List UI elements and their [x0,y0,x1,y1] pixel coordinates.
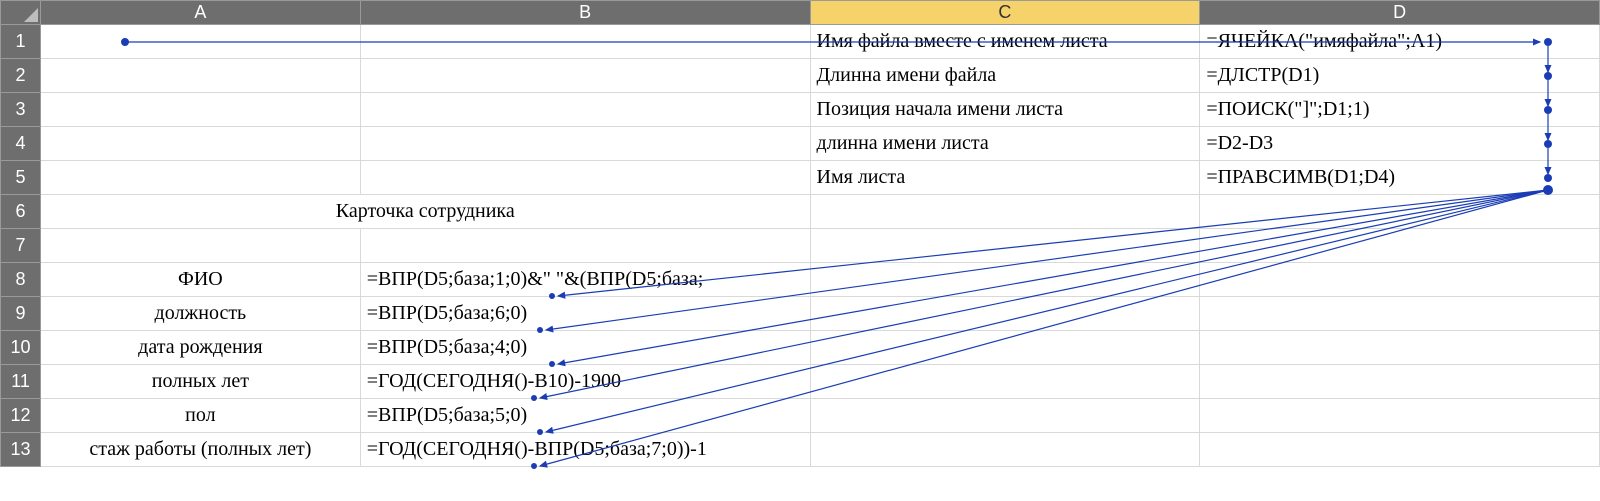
row-header-12[interactable]: 12 [1,399,41,433]
cell-D12[interactable] [1200,399,1600,433]
cell-D5[interactable]: =ПРАВСИМВ(D1;D4) [1200,161,1600,195]
col-header-D[interactable]: D [1200,1,1600,25]
cell-B3[interactable] [360,93,810,127]
cell-B11[interactable]: =ГОД(СЕГОДНЯ()-В10)-1900 [360,365,810,399]
cell-D1[interactable]: =ЯЧЕЙКА("имяфайла";A1) [1200,25,1600,59]
row-header-5[interactable]: 5 [1,161,41,195]
cell-C12[interactable] [810,399,1200,433]
cell-C4[interactable]: длинна имени листа [810,127,1200,161]
cell-B13[interactable]: =ГОД(СЕГОДНЯ()-ВПР(D5;база;7;0))-1 [360,433,810,467]
row-header-4[interactable]: 4 [1,127,41,161]
cell-A12[interactable]: пол [40,399,360,433]
cell-A10[interactable]: дата рождения [40,331,360,365]
cell-A6-B6[interactable]: Карточка сотрудника [40,195,810,229]
row-header-6[interactable]: 6 [1,195,41,229]
cell-C13[interactable] [810,433,1200,467]
cell-B12[interactable]: =ВПР(D5;база;5;0) [360,399,810,433]
row-header-8[interactable]: 8 [1,263,41,297]
cell-A3[interactable] [40,93,360,127]
cell-C9[interactable] [810,297,1200,331]
col-header-B[interactable]: B [360,1,810,25]
cell-A13[interactable]: стаж работы (полных лет) [40,433,360,467]
cell-A9[interactable]: должность [40,297,360,331]
cell-A7[interactable] [40,229,360,263]
cell-C2[interactable]: Длинна имени файла [810,59,1200,93]
cell-C7[interactable] [810,229,1200,263]
row-header-2[interactable]: 2 [1,59,41,93]
cell-B9[interactable]: =ВПР(D5;база;6;0) [360,297,810,331]
cell-C1[interactable]: Имя файла вместе с именем листа [810,25,1200,59]
cell-D4[interactable]: =D2-D3 [1200,127,1600,161]
cell-D13[interactable] [1200,433,1600,467]
cell-B10[interactable]: =ВПР(D5;база;4;0) [360,331,810,365]
cell-B4[interactable] [360,127,810,161]
cell-D6[interactable] [1200,195,1600,229]
cell-A4[interactable] [40,127,360,161]
cell-C11[interactable] [810,365,1200,399]
cell-C6[interactable] [810,195,1200,229]
row-header-1[interactable]: 1 [1,25,41,59]
cell-D2[interactable]: =ДЛСТР(D1) [1200,59,1600,93]
row-header-7[interactable]: 7 [1,229,41,263]
cell-A8[interactable]: ФИО [40,263,360,297]
cell-C5[interactable]: Имя листа [810,161,1200,195]
cell-B5[interactable] [360,161,810,195]
cell-A5[interactable] [40,161,360,195]
cell-A2[interactable] [40,59,360,93]
cell-D3[interactable]: =ПОИСК("]";D1;1) [1200,93,1600,127]
cell-D8[interactable] [1200,263,1600,297]
cell-D11[interactable] [1200,365,1600,399]
cell-C3[interactable]: Позиция начала имени листа [810,93,1200,127]
col-header-A[interactable]: A [40,1,360,25]
row-header-11[interactable]: 11 [1,365,41,399]
cell-C10[interactable] [810,331,1200,365]
select-all-corner[interactable] [1,1,41,25]
row-header-13[interactable]: 13 [1,433,41,467]
row-header-3[interactable]: 3 [1,93,41,127]
row-header-9[interactable]: 9 [1,297,41,331]
grid-table: A B C D 1 Имя файла вместе с именем лист… [0,0,1600,467]
spreadsheet-view[interactable]: A B C D 1 Имя файла вместе с именем лист… [0,0,1600,501]
cell-B2[interactable] [360,59,810,93]
cell-C8[interactable] [810,263,1200,297]
cell-A1[interactable] [40,25,360,59]
cell-D10[interactable] [1200,331,1600,365]
cell-D7[interactable] [1200,229,1600,263]
col-header-C[interactable]: C [810,1,1200,25]
cell-B7[interactable] [360,229,810,263]
cell-D9[interactable] [1200,297,1600,331]
cell-A11[interactable]: полных лет [40,365,360,399]
cell-B1[interactable] [360,25,810,59]
cell-B8[interactable]: =ВПР(D5;база;1;0)&" "&(ВПР(D5;база; [360,263,810,297]
row-header-10[interactable]: 10 [1,331,41,365]
